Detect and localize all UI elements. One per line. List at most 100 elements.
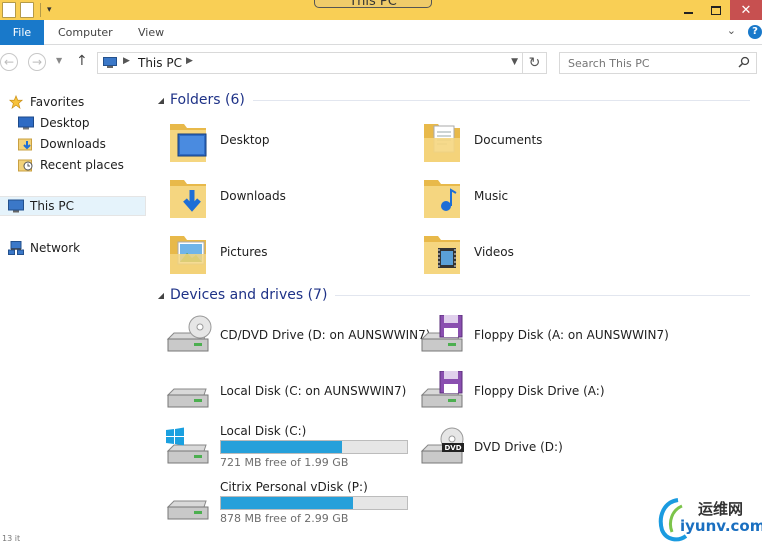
drive-floppy-a[interactable]: Floppy Disk Drive (A:) [418,371,605,411]
tab-file[interactable]: File [0,20,44,45]
this-pc-icon [8,199,24,213]
address-row: ← → ▼ ↑ ▶ This PC ▶ ▼ ↻ [0,46,762,80]
item-name: Desktop [220,133,270,147]
free-space-text: 721 MB free of 1.99 GB [220,456,349,469]
expand-ribbon-icon[interactable]: ⌄ [727,24,736,37]
folder-downloads[interactable]: Downloads [168,172,286,220]
windows-disk-icon [166,427,209,463]
nav-favorites[interactable]: Favorites [8,92,84,112]
floppy-drive-icon [420,371,463,408]
window-title: This PC [314,0,432,8]
nav-favorites-label: Favorites [30,95,85,109]
forward-button[interactable]: → [28,53,46,71]
forward-arrow-icon: → [31,55,43,69]
nav-item-label: Downloads [40,137,106,151]
search-icon[interactable] [738,56,750,68]
capacity-bar [220,496,408,510]
properties-icon[interactable] [2,2,16,18]
star-icon [8,95,24,109]
nav-item-downloads[interactable]: Downloads [18,134,106,154]
item-name: Music [474,189,509,203]
drive-dvd-d[interactable]: DVD DVD Drive (D:) [418,427,563,467]
watermark: 运维网 iyunv.com [656,494,762,543]
breadcrumb-chevron-icon[interactable]: ▶ [186,56,193,66]
folder-videos[interactable]: Videos [422,228,514,276]
tab-computer[interactable]: Computer [58,20,113,45]
svg-text:DVD: DVD [444,444,461,452]
watermark-en: iyunv.com [680,517,762,535]
group-header-drives[interactable]: ◢ Devices and drives (7) [152,285,750,305]
group-divider [335,294,750,296]
item-name: Pictures [220,245,268,259]
item-name: Floppy Disk Drive (A:) [474,384,605,398]
drive-local-disk-c[interactable]: Local Disk (C:) 721 MB free of 1.99 GB [164,424,408,469]
item-name: Local Disk (C: on AUNSWWIN7) [220,384,407,398]
desktop-folder-icon [170,124,207,162]
pictures-folder-icon [170,236,206,274]
up-button[interactable]: ↑ [76,53,88,69]
item-name: Documents [474,133,543,147]
back-button[interactable]: ← [0,53,18,71]
group-title: Folders (6) [170,92,245,108]
nav-item-network[interactable]: Network [8,238,80,258]
refresh-button[interactable]: ↻ [523,52,547,74]
nav-item-this-pc[interactable]: This PC [0,196,146,216]
search-box[interactable] [559,52,757,74]
breadcrumb-this-pc[interactable]: This PC [138,56,182,70]
nav-item-label: Recent places [40,158,124,172]
downloads-folder-icon [170,180,206,218]
network-icon [8,241,24,255]
address-bar[interactable]: ▶ This PC ▶ ▼ [97,52,523,74]
desktop-icon [18,116,34,130]
maximize-icon [711,5,721,15]
minimize-icon [683,12,693,14]
item-name: Local Disk (C:) [220,424,307,438]
watermark-cn: 运维网 [698,500,744,518]
item-name: Citrix Personal vDisk (P:) [220,480,368,494]
folder-desktop[interactable]: Desktop [168,116,270,164]
drive-info: Local Disk (C:) 721 MB free of 1.99 GB [220,424,408,469]
hard-disk-icon [166,500,209,519]
folder-pictures[interactable]: Pictures [168,228,268,276]
help-icon[interactable]: ? [748,25,762,39]
group-title: Devices and drives (7) [170,287,328,303]
item-name: DVD Drive (D:) [474,440,563,454]
recent-locations-icon[interactable]: ▼ [56,56,62,65]
capacity-fill [221,441,342,453]
nav-item-desktop[interactable]: Desktop [18,113,90,133]
drive-info: Citrix Personal vDisk (P:) 878 MB free o… [220,480,408,525]
item-name: Downloads [220,189,286,203]
customize-toolbar-icon[interactable]: ▾ [47,5,52,15]
content-pane: ◢ Folders (6) Desktop Documents Download… [152,86,762,543]
ribbon: File Computer View ⌄ ? [0,20,762,45]
refresh-icon: ↻ [528,55,541,71]
new-folder-icon[interactable] [20,2,34,18]
folder-documents[interactable]: Documents [422,116,542,164]
back-arrow-icon: ← [3,55,15,69]
address-dropdown-icon[interactable]: ▼ [511,57,518,67]
collapse-chevron-icon[interactable]: ◢ [152,96,170,105]
hard-disk-icon [166,388,209,408]
minimize-button[interactable] [674,0,702,20]
group-header-folders[interactable]: ◢ Folders (6) [152,90,750,110]
music-folder-icon [424,180,460,218]
maximize-button[interactable] [702,0,730,20]
tab-view[interactable]: View [138,20,164,45]
close-button[interactable]: ✕ [730,0,762,20]
collapse-chevron-icon[interactable]: ◢ [152,291,170,300]
dvd-drive-icon: DVD [420,427,464,464]
folder-music[interactable]: Music [422,172,508,220]
toolbar-divider [40,3,41,17]
drive-local-disk-network[interactable]: Local Disk (C: on AUNSWWIN7) [164,371,406,411]
nav-item-recent-places[interactable]: Recent places [18,155,124,175]
drive-floppy-network[interactable]: Floppy Disk (A: on AUNSWWIN7) [418,315,669,355]
search-input[interactable] [560,53,730,73]
status-bar: 13 it [0,534,762,543]
item-name: Videos [474,245,514,259]
drive-cd-dvd-network[interactable]: CD/DVD Drive (D: on AUNSWWIN7) [164,315,430,355]
drive-citrix-vdisk[interactable]: Citrix Personal vDisk (P:) 878 MB free o… [164,480,408,525]
breadcrumb-chevron-icon[interactable]: ▶ [123,56,130,66]
title-bar: ▾ This PC ✕ [0,0,762,20]
downloads-icon [18,138,32,151]
recent-places-icon [18,159,33,172]
